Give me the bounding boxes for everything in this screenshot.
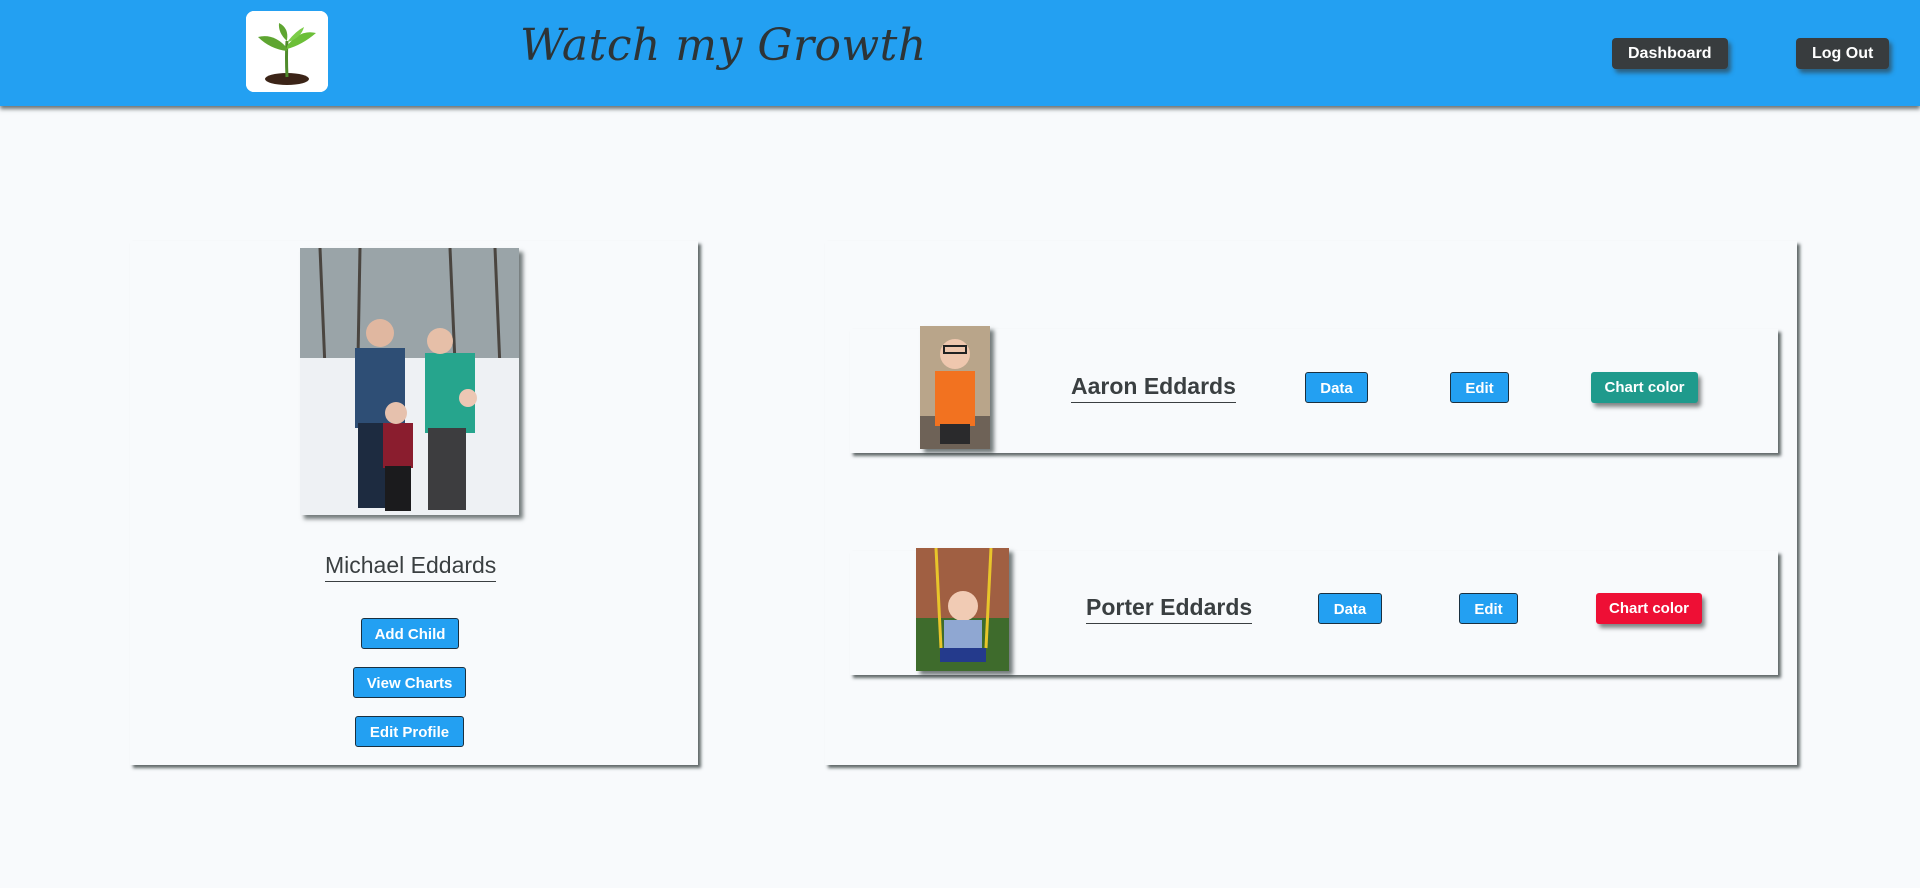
sprout-logo-icon[interactable]: [246, 11, 328, 92]
family-photo: [300, 248, 519, 515]
child-photo: [916, 548, 1009, 671]
add-child-button[interactable]: Add Child: [361, 618, 459, 649]
dashboard-button[interactable]: Dashboard: [1612, 38, 1728, 69]
profile-name[interactable]: Michael Eddards: [325, 552, 497, 582]
edit-button[interactable]: Edit: [1450, 372, 1509, 403]
edit-button[interactable]: Edit: [1459, 593, 1518, 624]
child-name[interactable]: Aaron Eddards: [1071, 373, 1236, 403]
logout-button[interactable]: Log Out: [1796, 38, 1890, 69]
children-card: [825, 241, 1797, 765]
site-title: Watch my Growth: [520, 20, 927, 71]
header: Watch my Growth Dashboard Log Out: [0, 0, 1920, 106]
edit-profile-button[interactable]: Edit Profile: [355, 716, 464, 747]
chart-color-button[interactable]: Chart color: [1596, 593, 1702, 624]
data-button[interactable]: Data: [1305, 372, 1368, 403]
child-photo: [920, 326, 990, 449]
chart-color-button[interactable]: Chart color: [1591, 372, 1698, 403]
child-name[interactable]: Porter Eddards: [1086, 594, 1253, 624]
view-charts-button[interactable]: View Charts: [353, 667, 466, 698]
data-button[interactable]: Data: [1318, 593, 1382, 624]
